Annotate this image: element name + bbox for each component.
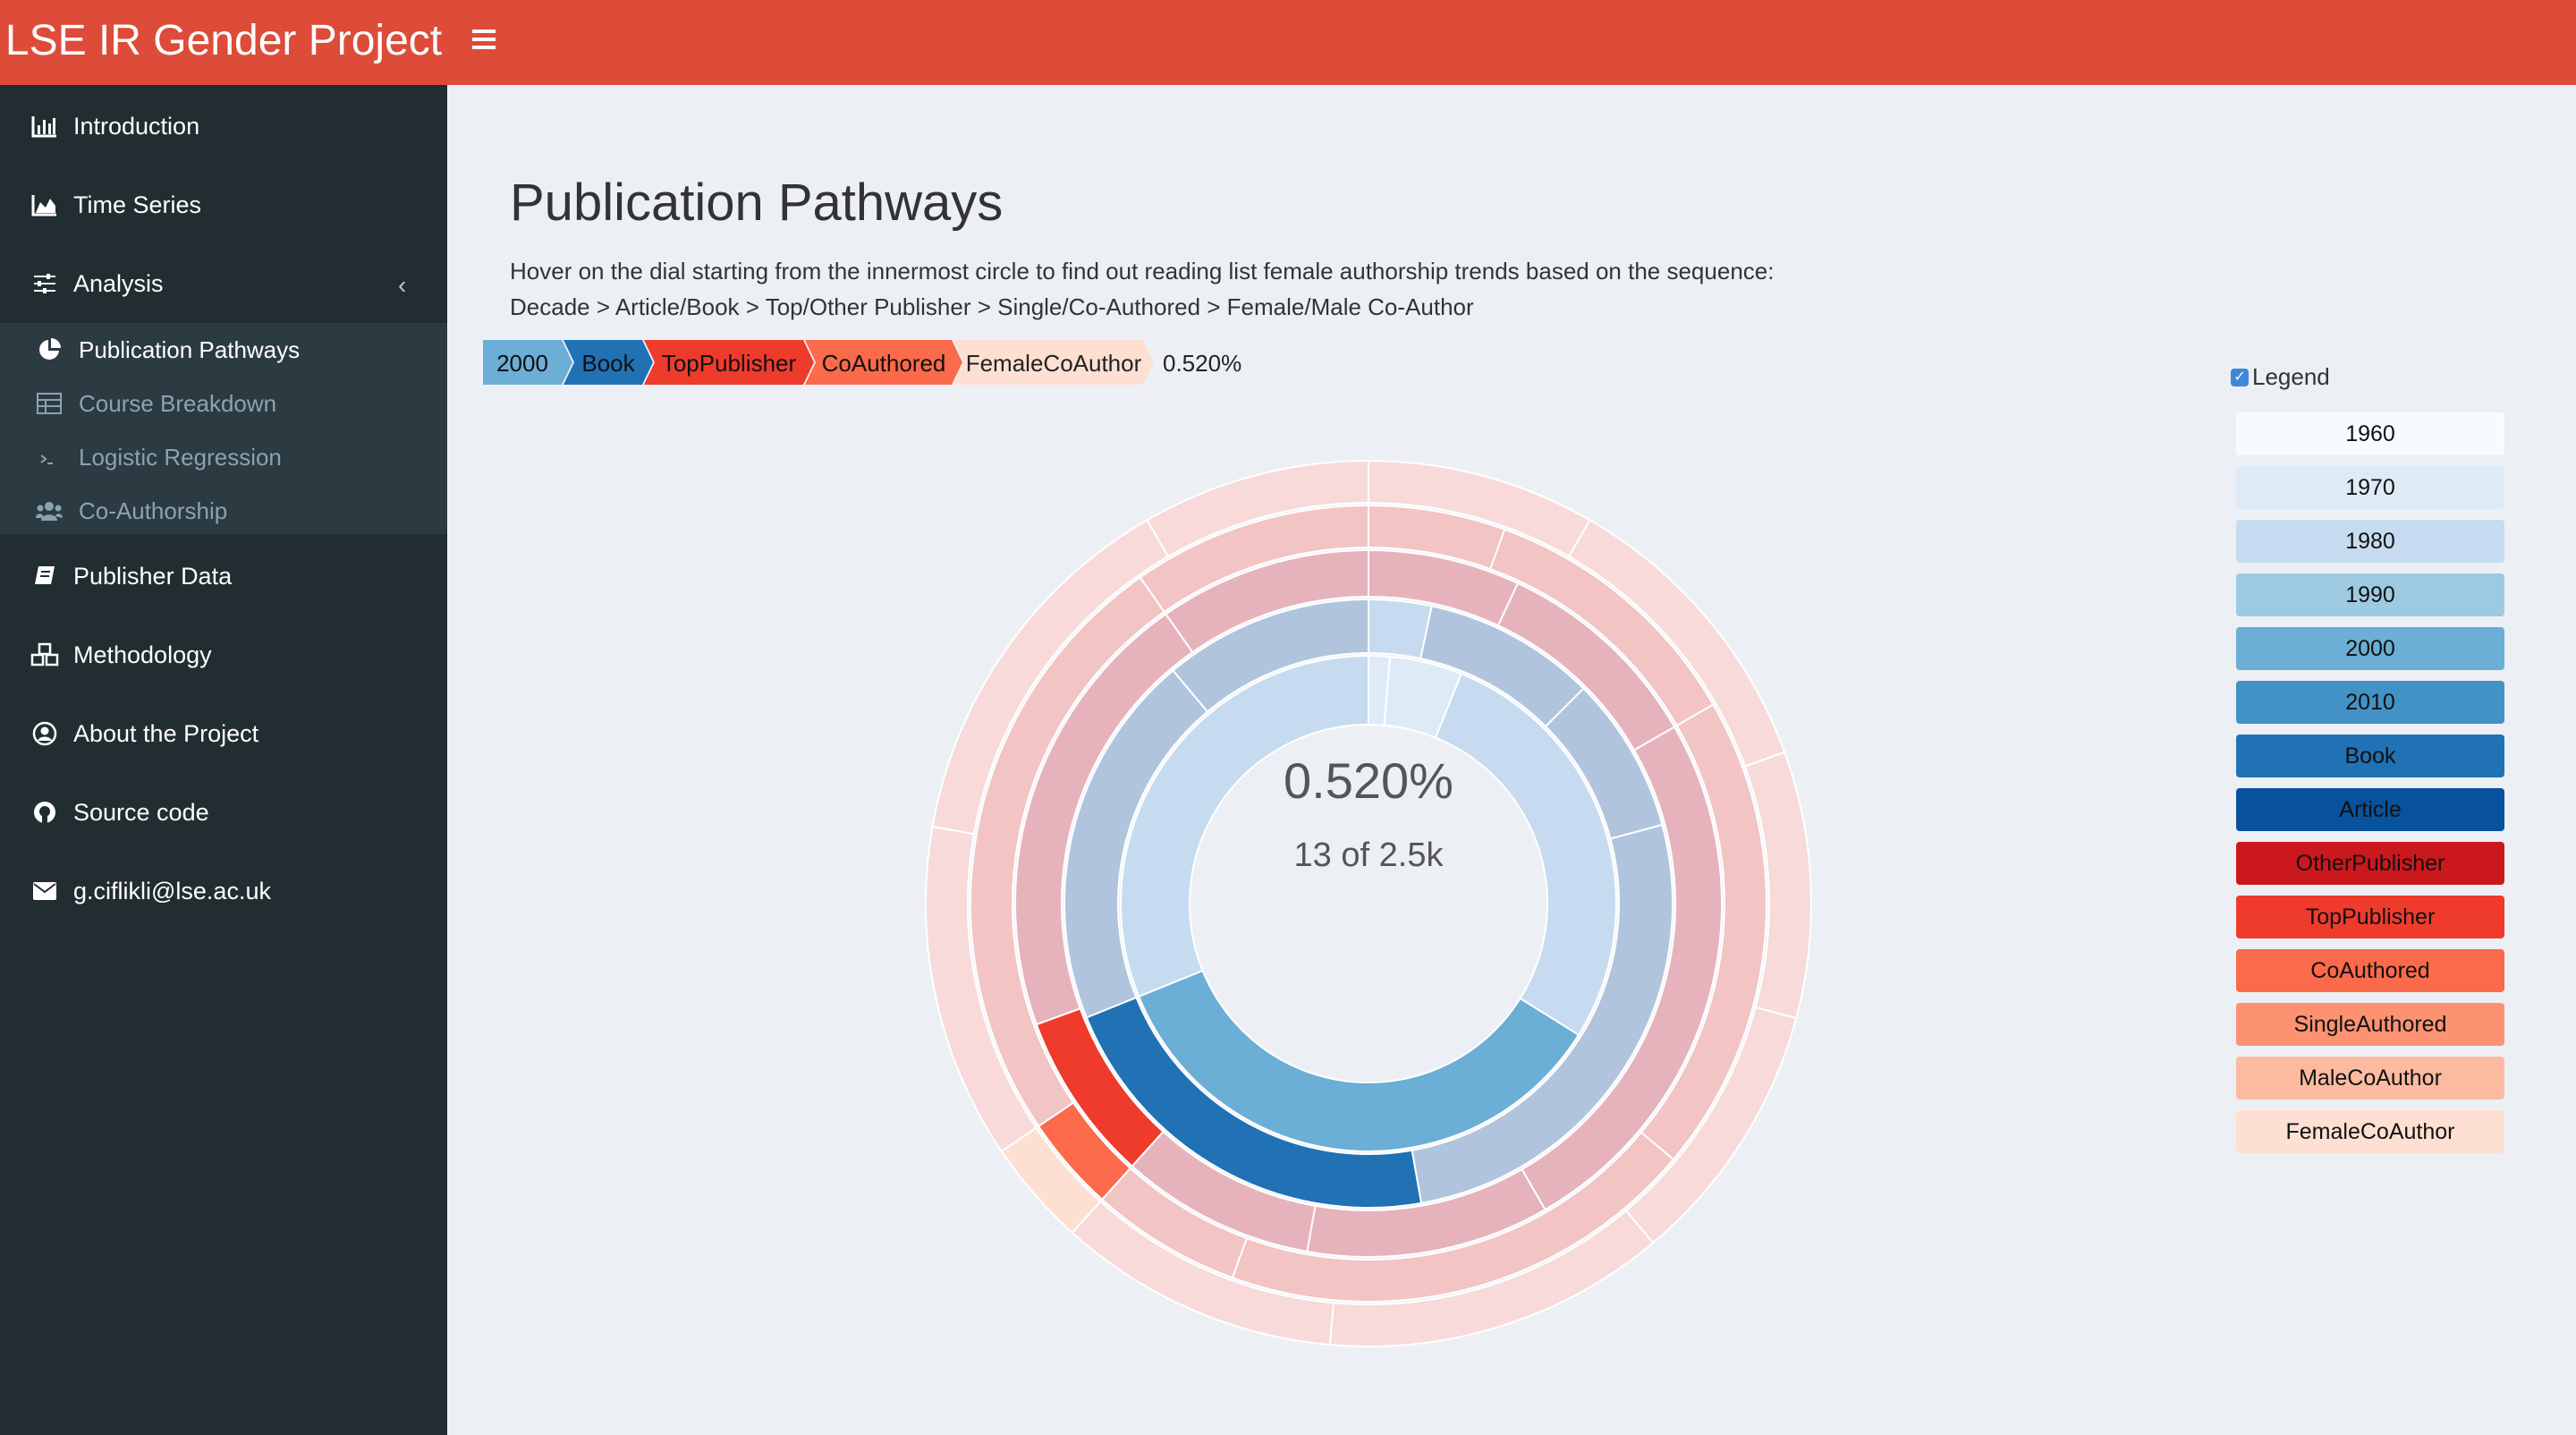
sidebar-item-label: Source code: [73, 799, 209, 826]
submenu-item-label: Course Breakdown: [79, 390, 277, 417]
users-icon: [36, 498, 63, 523]
legend-toggle-label: Legend: [2252, 363, 2330, 390]
sidebar-item-methodology[interactable]: Methodology: [0, 616, 447, 694]
legend-item: SingleAuthored: [2236, 1003, 2504, 1046]
legend-item: FemaleCoAuthor: [2236, 1110, 2504, 1153]
submenu-item-label: Logistic Regression: [79, 444, 282, 471]
pie-chart-icon: [36, 337, 63, 362]
sidebar: Introduction Time Series Analysis ‹ Publ…: [0, 85, 447, 1435]
book-icon: [30, 563, 59, 590]
breadcrumb-label: FemaleCoAuthor: [966, 350, 1142, 377]
legend-item: CoAuthored: [2236, 949, 2504, 992]
submenu-item-logistic-regression[interactable]: Logistic Regression: [0, 430, 447, 484]
sidebar-item-analysis[interactable]: Analysis ‹: [0, 244, 447, 323]
legend-item: TopPublisher: [2236, 896, 2504, 938]
description-line-2: Decade > Article/Book > Top/Other Publis…: [510, 293, 1474, 320]
sidebar-item-label: Introduction: [73, 113, 200, 140]
sidebar-item-label: g.ciflikli@lse.ac.uk: [73, 878, 271, 904]
description-line-1: Hover on the dial starting from the inne…: [510, 258, 1775, 284]
terminal-icon: [36, 445, 63, 470]
submenu-item-label: Publication Pathways: [79, 336, 301, 363]
legend-item: 2010: [2236, 681, 2504, 724]
sidebar-item-label: Publisher Data: [73, 563, 233, 590]
menu-toggle-icon[interactable]: [472, 30, 496, 53]
center-count: 13 of 2.5k: [1293, 836, 1444, 874]
sidebar-item-source-code[interactable]: Source code: [0, 773, 447, 852]
legend-item: OtherPublisher: [2236, 842, 2504, 885]
sidebar-item-label: Analysis: [73, 270, 164, 297]
breadcrumb-percentage: 0.520%: [1163, 350, 1242, 377]
envelope-icon: [30, 878, 59, 904]
analysis-submenu: Publication Pathways Course Breakdown Lo…: [0, 323, 447, 534]
breadcrumb-label: CoAuthored: [822, 350, 946, 377]
legend-item: 1990: [2236, 573, 2504, 616]
breadcrumb-label: Book: [581, 350, 635, 377]
legend-item: 1970: [2236, 466, 2504, 509]
legend-checkbox[interactable]: ✓: [2231, 368, 2249, 386]
sidebar-item-time-series[interactable]: Time Series: [0, 166, 447, 244]
legend-item: Article: [2236, 788, 2504, 831]
breadcrumb-label: 2000: [496, 350, 548, 377]
legend-item: Book: [2236, 734, 2504, 777]
sidebar-item-email[interactable]: g.ciflikli@lse.ac.uk: [0, 852, 447, 930]
legend-item: MaleCoAuthor: [2236, 1057, 2504, 1100]
submenu-item-co-authorship[interactable]: Co-Authorship: [0, 484, 447, 538]
legend-item: 1980: [2236, 520, 2504, 563]
sidebar-item-introduction[interactable]: Introduction: [0, 87, 447, 166]
sidebar-item-publisher-data[interactable]: Publisher Data: [0, 537, 447, 616]
user-circle-icon: [30, 720, 59, 747]
sunburst-chart[interactable]: [921, 456, 1816, 1351]
sidebar-item-label: Time Series: [73, 191, 202, 218]
bar-chart-icon: [30, 113, 59, 140]
legend-toggle[interactable]: ✓ Legend: [2231, 363, 2330, 391]
legend-item: 2000: [2236, 627, 2504, 670]
top-header: LSE IR Gender Project: [0, 0, 2576, 85]
sidebar-item-about[interactable]: About the Project: [0, 694, 447, 773]
center-percentage: 0.520%: [1284, 752, 1453, 809]
submenu-item-label: Co-Authorship: [79, 497, 228, 524]
breadcrumb-label: TopPublisher: [662, 350, 797, 377]
area-chart-icon: [30, 191, 59, 218]
cubes-icon: [30, 641, 59, 668]
submenu-item-course-breakdown[interactable]: Course Breakdown: [0, 377, 447, 430]
chevron-left-icon: ‹: [398, 271, 407, 299]
table-icon: [36, 391, 63, 416]
sidebar-item-label: About the Project: [73, 720, 259, 747]
legend-item: 1960: [2236, 412, 2504, 455]
sequence-breadcrumb: 2000 Book TopPublisher CoAuthored FemaleCoAu…: [483, 340, 1154, 385]
submenu-item-publication-pathways[interactable]: Publication Pathways: [0, 323, 447, 377]
sidebar-item-label: Methodology: [73, 641, 212, 668]
app-logo-title[interactable]: LSE IR Gender Project: [0, 0, 447, 85]
sliders-icon: [30, 270, 59, 297]
page-description: Hover on the dial starting from the inne…: [510, 253, 1774, 325]
page-title: Publication Pathways: [510, 174, 1004, 232]
github-icon: [30, 799, 59, 826]
